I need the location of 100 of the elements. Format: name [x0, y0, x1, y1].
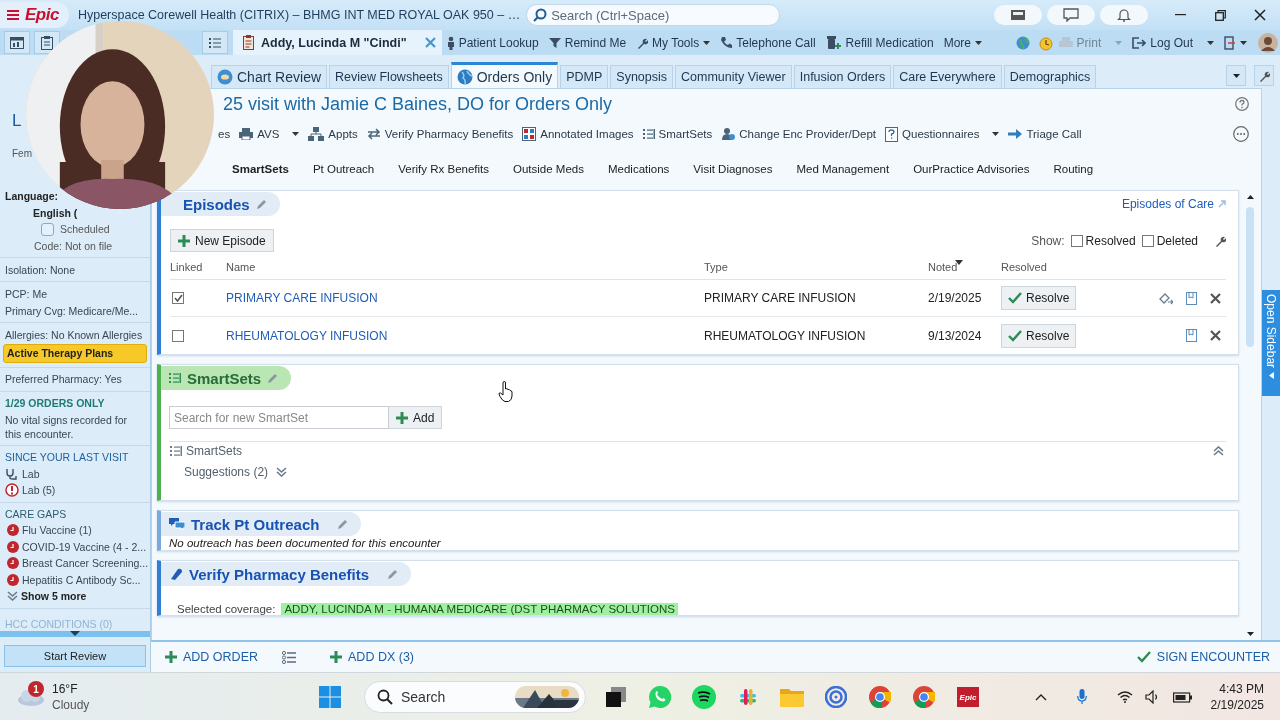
episodes-of-care-link[interactable]: Episodes of Care — [1121, 197, 1226, 211]
clipboard-button[interactable] — [34, 31, 60, 54]
search-field[interactable]: Search (Ctrl+Space) — [526, 4, 781, 26]
checkbox[interactable] — [172, 329, 184, 342]
document-icon[interactable] — [1186, 329, 1197, 342]
dashboard-button[interactable] — [4, 31, 30, 54]
sidebar-link[interactable]: Breast Cancer Screening... — [22, 555, 149, 572]
activity-tab[interactable]: PDMP — [560, 65, 609, 88]
table-cell: 2/19/2025 — [928, 291, 982, 305]
sidebar-link[interactable]: COVID-19 Vaccine (4 - 2... — [22, 538, 147, 555]
toolbar-button[interactable]: Log Out — [1127, 30, 1219, 55]
list-icon[interactable] — [282, 650, 296, 664]
caret-icon — [292, 132, 300, 136]
checkbox[interactable] — [172, 292, 184, 304]
collapse-icon[interactable] — [1213, 446, 1224, 456]
battery-icon[interactable] — [1172, 691, 1193, 703]
chat-button[interactable] — [1047, 5, 1095, 25]
scrollbar-thumb[interactable] — [1246, 207, 1254, 347]
avatar-icon[interactable] — [1258, 32, 1278, 53]
toolbar-button[interactable]: Questionnaires — [885, 126, 1000, 142]
checkbox[interactable] — [41, 222, 54, 236]
smartset-search-field[interactable]: Search for new SmartSet — [169, 406, 389, 429]
suggestions-link[interactable]: Suggestions (2) — [184, 465, 269, 479]
table-cell: 9/13/2024 — [928, 328, 982, 343]
toolbar-button[interactable]: Change Enc Provider/Dept — [721, 127, 877, 141]
section-link[interactable]: Verify Rx Benefits — [398, 163, 490, 175]
section-link[interactable]: Routing — [1053, 163, 1094, 175]
pencil-icon[interactable] — [387, 568, 400, 580]
expand-icon[interactable] — [276, 467, 288, 477]
add-order-button[interactable]: ADD ORDER — [165, 650, 258, 664]
list-button[interactable] — [202, 31, 228, 54]
pencil-icon[interactable] — [255, 198, 268, 210]
checkbox[interactable] — [1141, 234, 1154, 247]
activity-tab[interactable]: Care Everywhere — [893, 65, 1002, 88]
sidebar-link[interactable]: Lab — [22, 465, 40, 482]
toolbar-button[interactable]: Triage Call — [1008, 128, 1082, 140]
toolbar-button[interactable]: Annotated Images — [522, 127, 634, 141]
caret-icon — [1268, 372, 1274, 380]
toolbar-button[interactable]: es — [218, 128, 231, 140]
sidebar-link[interactable]: Hepatitis C Antibody Sc... — [22, 571, 141, 588]
epic-menu-button[interactable]: Epic — [0, 2, 69, 28]
resolve-button[interactable]: Resolve — [1001, 323, 1077, 348]
toolbar-button[interactable]: SmartSets — [642, 128, 713, 140]
wifi-icon[interactable] — [1116, 691, 1133, 703]
wrench-button[interactable] — [1254, 65, 1274, 86]
toolbar-button[interactable]: More — [938, 30, 987, 55]
activity-tab[interactable]: Infusion Orders — [793, 65, 892, 88]
toolbar-button[interactable]: Verify Pharmacy Benefits — [366, 128, 514, 140]
pencil-icon[interactable] — [337, 518, 350, 530]
section-link[interactable]: SmartSets — [232, 163, 289, 175]
toolbar-button[interactable]: AVS — [239, 128, 300, 140]
document-icon[interactable] — [1186, 291, 1197, 305]
close-icon[interactable] — [424, 37, 436, 48]
patient-tab[interactable]: Addy, Lucinda M "Cindi" — [233, 30, 442, 55]
toolbar-button[interactable]: Telephone Call — [715, 30, 821, 55]
delete-icon[interactable] — [1210, 330, 1221, 341]
episode-link[interactable]: RHEUMATOLOGY INFUSION — [226, 328, 388, 343]
checkbox[interactable] — [1070, 234, 1083, 247]
sidebar-link[interactable]: Lab (5) — [22, 482, 56, 499]
section-link[interactable]: Visit Diagnoses — [693, 163, 773, 175]
chart-icon — [217, 69, 233, 85]
sign-encounter-button[interactable]: SIGN ENCOUNTER — [1136, 650, 1270, 664]
section-link[interactable]: OurPractice Advisories — [913, 163, 1030, 175]
toolbar-button[interactable]: Appts — [308, 127, 358, 141]
help-icon[interactable] — [1235, 97, 1249, 111]
activity-tab[interactable]: Review Flowsheets — [329, 65, 449, 88]
new-episode-button[interactable]: New Episode — [170, 229, 274, 252]
chevron-up-icon[interactable] — [1034, 693, 1047, 701]
app-button[interactable]: Epic — [950, 677, 986, 717]
resolve-button[interactable]: Resolve — [1001, 286, 1077, 310]
activity-tab[interactable]: Synopsis — [610, 65, 674, 88]
dropdown-button[interactable] — [1226, 65, 1246, 86]
toolbar-button[interactable]: Remind Me — [543, 30, 632, 55]
activity-tab[interactable]: Orders Only — [450, 62, 559, 88]
show-more-link[interactable]: Show 5 more — [21, 588, 87, 605]
activity-tab[interactable]: Chart Review — [211, 65, 328, 88]
section-link[interactable]: Pt Outreach — [312, 163, 375, 175]
notifications-button[interactable] — [1100, 5, 1148, 25]
therapy-plans-banner[interactable]: Active Therapy Plans — [3, 344, 147, 363]
microphone-icon[interactable] — [1076, 689, 1087, 705]
activity-tab[interactable]: Community Viewer — [675, 65, 792, 88]
section-link[interactable]: Med Management — [796, 163, 890, 175]
section-link[interactable]: Medications — [608, 163, 670, 175]
episode-link[interactable]: PRIMARY CARE INFUSION — [226, 291, 378, 305]
add-button[interactable]: Add — [389, 406, 443, 429]
sidebar-link[interactable]: Flu Vaccine (1) — [22, 522, 92, 539]
start-review-button[interactable]: Start Review — [4, 645, 146, 667]
activity-tab[interactable]: Demographics — [1003, 65, 1097, 88]
section-link[interactable]: Outside Meds — [513, 163, 584, 175]
expand-icon[interactable] — [7, 591, 18, 602]
toolbar-button[interactable]: Patient Lookup — [441, 30, 544, 55]
more-icon[interactable] — [1233, 126, 1249, 142]
taskbar-search-field[interactable]: Search — [364, 681, 586, 713]
scroll-arrow-icon[interactable] — [1246, 195, 1254, 199]
toolbar-button[interactable]: My Tools — [631, 30, 716, 55]
wrench-icon[interactable] — [1214, 234, 1226, 247]
toolbar-button[interactable]: Refill Medication — [820, 30, 939, 55]
inbox-button[interactable] — [994, 5, 1042, 25]
delete-icon[interactable] — [1210, 292, 1221, 304]
add-dx-button[interactable]: ADD DX (3) — [330, 650, 414, 664]
